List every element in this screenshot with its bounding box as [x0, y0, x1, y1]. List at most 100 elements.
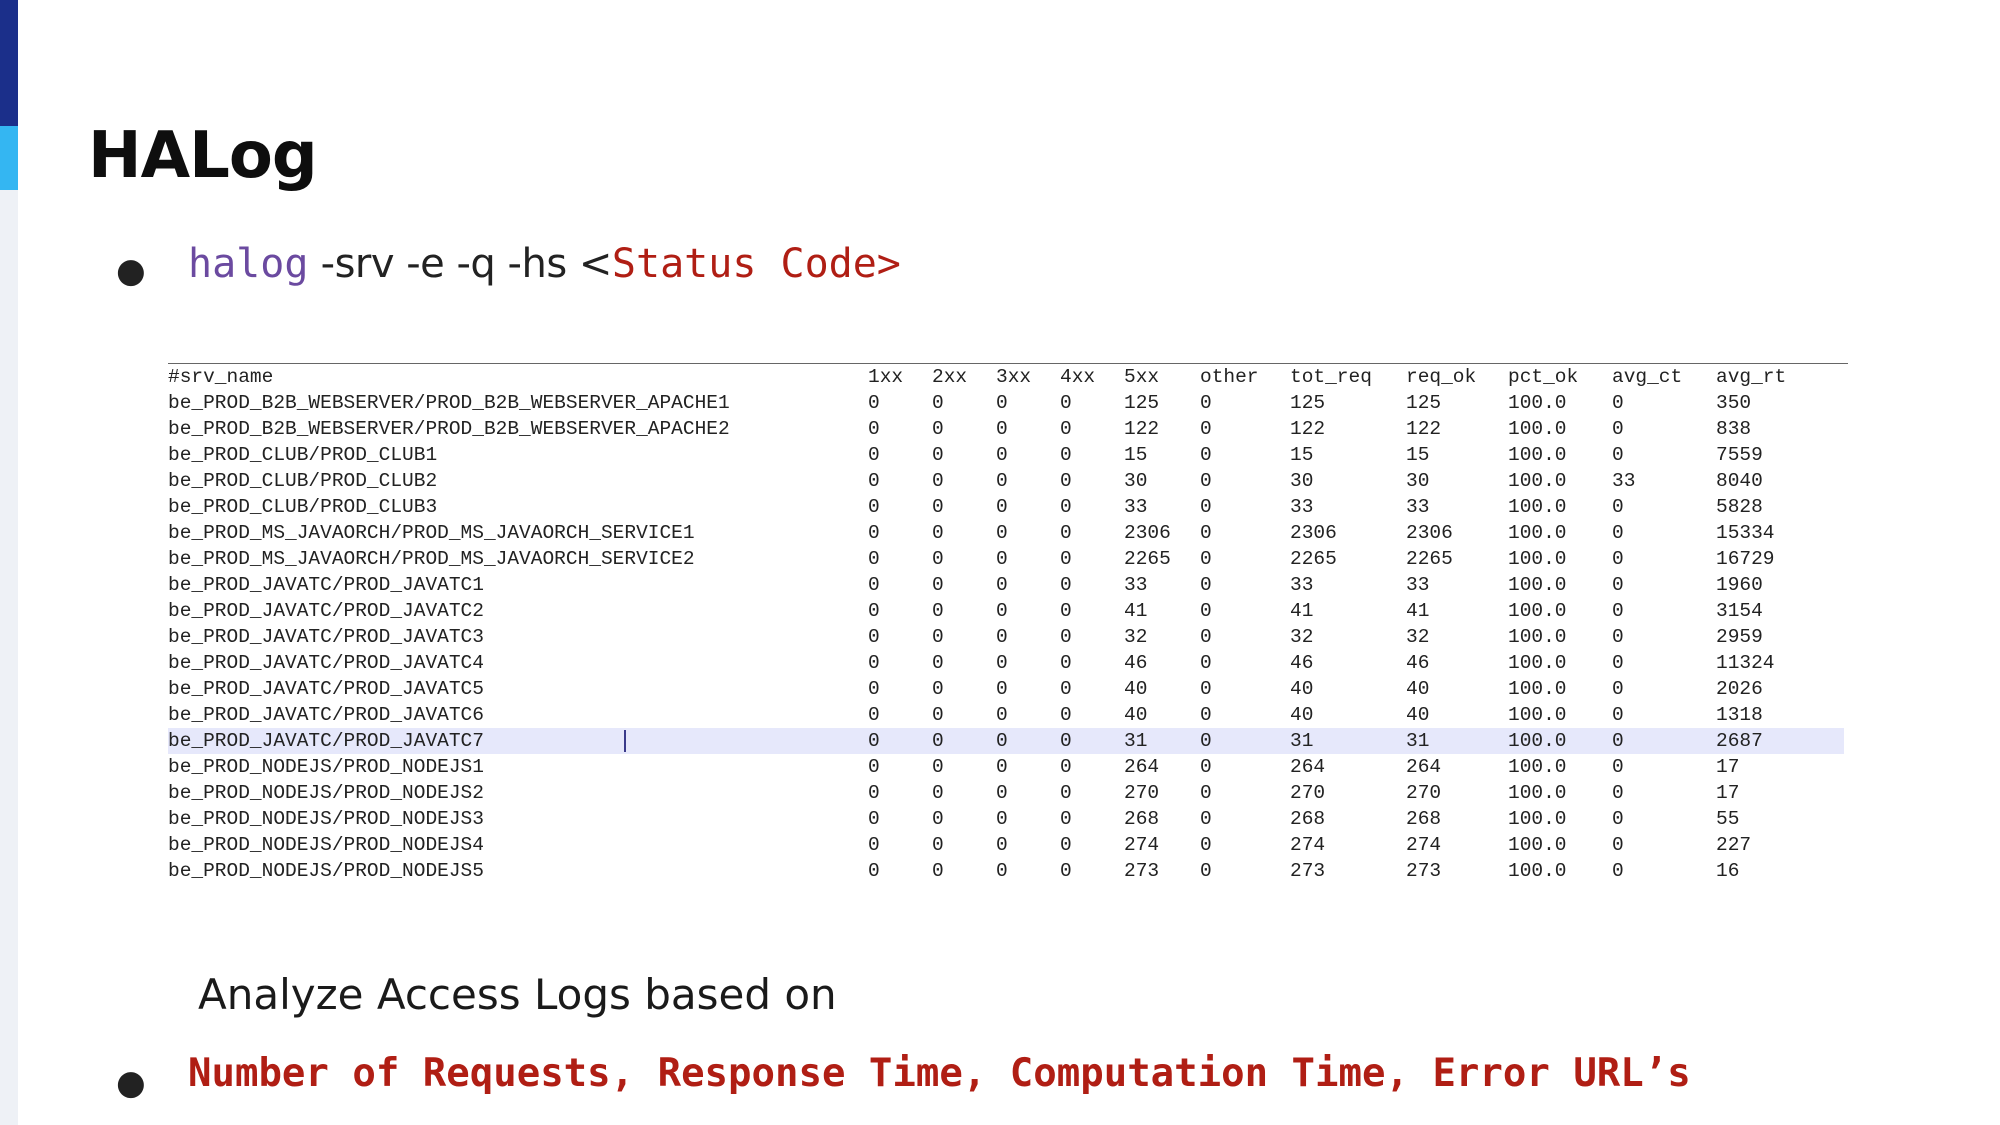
column-header: 5xx	[1124, 366, 1160, 388]
table-cell: 273	[1290, 858, 1406, 878]
cell-text: 100.0	[1508, 834, 1567, 856]
table-row[interactable]: be_PROD_NODEJS/PROD_NODEJS3 0 0 0 0 268 0 268 26…	[168, 806, 1844, 832]
server-name-cell: be_PROD_JAVATC/PROD_JAVATC7	[168, 728, 868, 754]
table-cell: 40	[1124, 676, 1200, 702]
table-cell: 0	[1200, 520, 1290, 546]
cell-text: 31	[1406, 730, 1430, 752]
cell-text: 0	[1200, 574, 1212, 596]
cell-text: 0	[868, 678, 880, 700]
cell-text: 0	[996, 496, 1008, 518]
table-cell: 0	[932, 728, 996, 754]
table-row[interactable]: be_PROD_B2B_WEBSERVER/PROD_B2B_WEBSERVER…	[168, 416, 1844, 442]
server-name-cell: be_PROD_JAVATC/PROD_JAVATC5	[168, 676, 868, 702]
table-row[interactable]: be_PROD_CLUB/PROD_CLUB2 0 0 0 0 30 0 30 30 100.0 3…	[168, 468, 1844, 494]
cell-text: 838	[1716, 418, 1752, 440]
table-row[interactable]: be_PROD_MS_JAVAORCH/PROD_MS_JAVAORCH_SER…	[168, 546, 1844, 572]
cell-text: 0	[932, 834, 944, 856]
table-cell: 100.0	[1508, 728, 1612, 754]
table-row[interactable]: be_PROD_JAVATC/PROD_JAVATC2 0 0 0 0 41 0 41 41 10…	[168, 598, 1844, 624]
table-cell: 0	[1200, 546, 1290, 572]
table-cell: 31	[1406, 728, 1508, 754]
table-cell: 0	[868, 780, 932, 806]
table-row[interactable]: be_PROD_NODEJS/PROD_NODEJS2 0 0 0 0 270 0 270 27…	[168, 780, 1844, 806]
cell-text: 16729	[1716, 548, 1775, 570]
cell-text: 15	[1124, 444, 1148, 466]
cell-text: 273	[1406, 860, 1442, 878]
column-header: avg_ct	[1612, 366, 1683, 388]
table-cell: 0	[868, 390, 932, 416]
table-cell: 100.0	[1508, 546, 1612, 572]
table-row[interactable]: be_PROD_JAVATC/PROD_JAVATC1 0 0 0 0 33 0 33 33 10…	[168, 572, 1844, 598]
cell-text: 0	[1200, 678, 1212, 700]
table-row[interactable]: be_PROD_NODEJS/PROD_NODEJS4 0 0 0 0 274 0 274 27…	[168, 832, 1844, 858]
cell-text: 2306	[1290, 522, 1337, 544]
cell-text: 0	[1060, 756, 1072, 778]
cell-text: 100.0	[1508, 808, 1567, 830]
table-cell: 0	[932, 754, 996, 780]
cell-text: 125	[1124, 392, 1160, 414]
table-cell: 0	[868, 624, 932, 650]
server-name-cell: be_PROD_NODEJS/PROD_NODEJS3	[168, 806, 868, 832]
table-cell: 0	[1200, 624, 1290, 650]
table-cell: 0	[932, 494, 996, 520]
cell-text: be_PROD_CLUB/PROD_CLUB2	[168, 470, 438, 492]
server-name-cell: be_PROD_JAVATC/PROD_JAVATC1	[168, 572, 868, 598]
cell-text: 0	[1060, 522, 1072, 544]
cell-text: 0	[932, 626, 944, 648]
cell-text: 0	[1060, 834, 1072, 856]
table-cell: 2306	[1290, 520, 1406, 546]
cell-text: 0	[996, 808, 1008, 830]
table-row[interactable]: be_PROD_JAVATC/PROD_JAVATC4 0 0 0 0 46 0 46 46 10…	[168, 650, 1844, 676]
table-cell: 0	[996, 728, 1060, 754]
cell-text: 0	[1612, 444, 1624, 466]
cell-text: 0	[932, 548, 944, 570]
cell-text: 274	[1406, 834, 1442, 856]
cell-text: 0	[996, 470, 1008, 492]
table-cell: 264	[1406, 754, 1508, 780]
table-cell: 0	[932, 624, 996, 650]
table-cell: 0	[996, 676, 1060, 702]
cell-text: 2306	[1124, 522, 1171, 544]
table-cell: 0	[932, 442, 996, 468]
column-header: tot_req	[1290, 366, 1372, 388]
cell-text: be_PROD_MS_JAVAORCH/PROD_MS_JAVAORCH_SER…	[168, 522, 695, 544]
table-row[interactable]: be_PROD_CLUB/PROD_CLUB3 0 0 0 0 33 0 33 33 100.0 0…	[168, 494, 1844, 520]
table-cell: 0	[932, 832, 996, 858]
table-cell: 33	[1406, 494, 1508, 520]
cell-text: 0	[1200, 704, 1212, 726]
cell-text: 0	[868, 834, 880, 856]
slide-title: HALog	[88, 119, 318, 193]
table-row[interactable]: be_PROD_JAVATC/PROD_JAVATC6 0 0 0 0 40 0 40 40 10…	[168, 702, 1844, 728]
cell-text: 0	[932, 678, 944, 700]
server-name-cell: be_PROD_NODEJS/PROD_NODEJS1	[168, 754, 868, 780]
cell-text: 0	[1200, 470, 1212, 492]
cell-text: 31	[1124, 730, 1148, 752]
cell-text: 33	[1124, 574, 1148, 596]
cell-text: 30	[1406, 470, 1430, 492]
table-row[interactable]: be_PROD_MS_JAVAORCH/PROD_MS_JAVAORCH_SER…	[168, 520, 1844, 546]
cell-text: 100.0	[1508, 704, 1567, 726]
table-cell: 0	[1612, 546, 1716, 572]
table-row[interactable]: be_PROD_B2B_WEBSERVER/PROD_B2B_WEBSERVER…	[168, 390, 1844, 416]
table-cell: 0	[996, 780, 1060, 806]
cell-text: 0	[932, 808, 944, 830]
cell-text: 0	[1200, 548, 1212, 570]
table-row[interactable]: be_PROD_JAVATC/PROD_JAVATC5 0 0 0 0 40 0 40 40 10…	[168, 676, 1844, 702]
cell-text: 122	[1406, 418, 1442, 440]
subtitle-text: Analyze Access Logs based on	[198, 970, 837, 1019]
cell-text: 0	[1060, 808, 1072, 830]
table-cell: 33	[1124, 572, 1200, 598]
table-cell: 0	[868, 494, 932, 520]
table-header-row: #srv_name 1xx 2xx 3xx 4xx 5xx other tot_req req_…	[168, 364, 1844, 390]
table-cell: 100.0	[1508, 572, 1612, 598]
table-cell: 0	[1060, 598, 1124, 624]
table-row-selected[interactable]: be_PROD_JAVATC/PROD_JAVATC7 0 0 0 0 31 0 31 31 10…	[168, 728, 1844, 754]
table-row[interactable]: be_PROD_JAVATC/PROD_JAVATC3 0 0 0 0 32 0 32 32 10…	[168, 624, 1844, 650]
table-row[interactable]: be_PROD_NODEJS/PROD_NODEJS1 0 0 0 0 264 0 264 26…	[168, 754, 1844, 780]
table-cell: 33	[1612, 468, 1716, 494]
table-cell: 2687	[1716, 728, 1844, 754]
table-row[interactable]: be_PROD_NODEJS/PROD_NODEJS5 0 0 0 0 273 0 273 27…	[168, 858, 1844, 878]
table-row[interactable]: be_PROD_CLUB/PROD_CLUB1 0 0 0 0 15 0 15 15 100.0 0…	[168, 442, 1844, 468]
cell-text: 0	[868, 756, 880, 778]
cell-text: 0	[996, 730, 1008, 752]
